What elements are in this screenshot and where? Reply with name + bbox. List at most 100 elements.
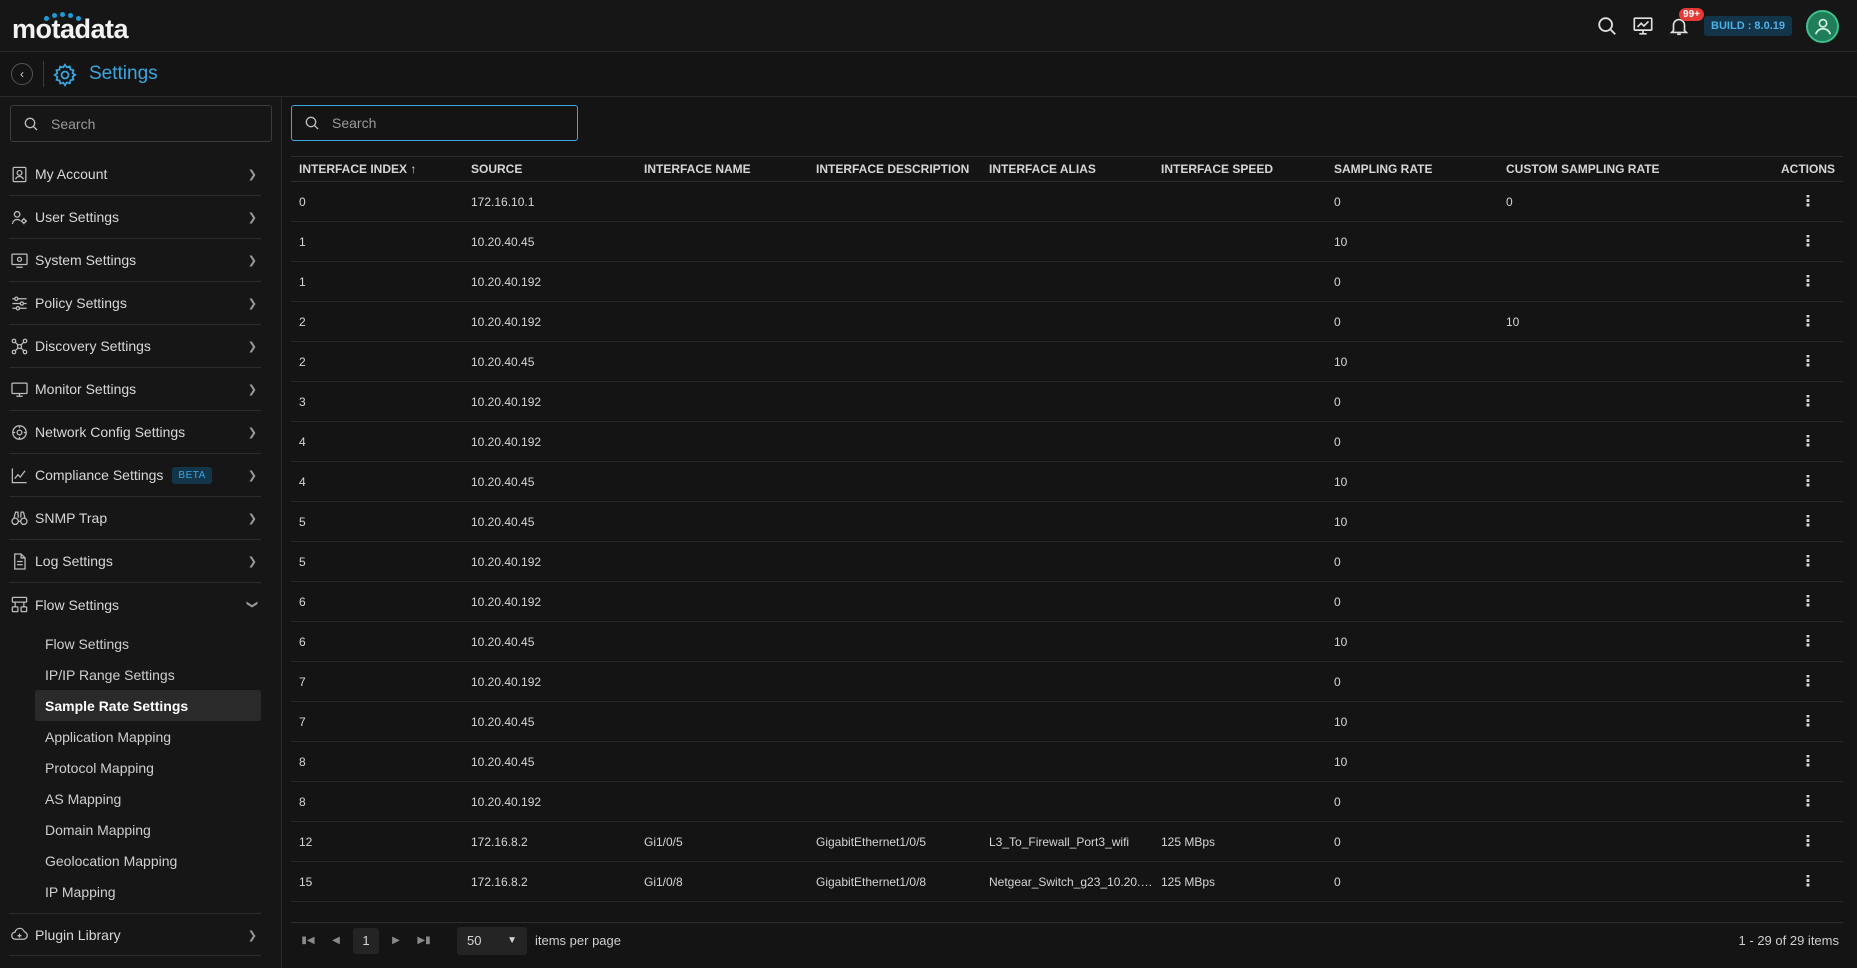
sidebar-item-discovery-settings[interactable]: Discovery Settings ❯ <box>9 325 261 368</box>
cell-sampling-rate: 0 <box>1334 394 1341 409</box>
column-header-custom-sampling-rate[interactable]: CUSTOM SAMPLING RATE <box>1498 162 1743 176</box>
sidebar-item-system-settings[interactable]: System Settings ❯ <box>9 239 261 282</box>
submenu-item-sample-rate-settings[interactable]: Sample Rate Settings <box>35 690 261 721</box>
kebab-menu-icon[interactable]: ⋮ <box>1798 195 1818 209</box>
table-row: 5 10.20.40.192 0 ⋮ <box>291 542 1843 582</box>
kebab-menu-icon[interactable]: ⋮ <box>1798 355 1818 369</box>
cell-interface-alias: L3_To_Firewall_Port3_wifi <box>989 834 1130 849</box>
sidebar-item-plugin-library[interactable]: Plugin Library ❯ <box>9 913 261 956</box>
kebab-menu-icon[interactable]: ⋮ <box>1798 555 1818 569</box>
sidebar-item-label: Policy Settings <box>35 295 127 311</box>
table-row: 1 10.20.40.192 0 ⋮ <box>291 262 1843 302</box>
column-header-interface-alias[interactable]: INTERFACE ALIAS <box>981 162 1153 176</box>
sidebar-item-log-settings[interactable]: Log Settings ❯ <box>9 540 261 583</box>
submenu-item-ip-mapping[interactable]: IP Mapping <box>9 876 261 907</box>
chevron-right-icon: ❯ <box>247 298 257 310</box>
table-row: 3 10.20.40.192 0 ⋮ <box>291 382 1843 422</box>
first-page-icon: ▮◀ <box>301 935 315 946</box>
next-page-button[interactable]: ▶ <box>385 930 407 952</box>
cell-actions: ⋮ <box>1743 835 1843 849</box>
sidebar-item-network-config-settings[interactable]: Network Config Settings ❯ <box>9 411 261 454</box>
kebab-menu-icon[interactable]: ⋮ <box>1798 875 1818 889</box>
table-search-input[interactable]: Search <box>291 105 578 141</box>
cell-source: 10.20.40.45 <box>471 234 535 249</box>
column-header-interface-description[interactable]: INTERFACE DESCRIPTION <box>808 162 981 176</box>
kebab-menu-icon[interactable]: ⋮ <box>1798 475 1818 489</box>
breadcrumb: ‹ Settings <box>0 53 1857 97</box>
sidebar-search-placeholder: Search <box>51 115 96 132</box>
sidebar-search-input[interactable]: Search <box>10 105 272 142</box>
column-header-interface-speed[interactable]: INTERFACE SPEED <box>1153 162 1326 176</box>
kebab-menu-icon[interactable]: ⋮ <box>1798 435 1818 449</box>
submenu-item-application-mapping[interactable]: Application Mapping <box>9 721 261 752</box>
kebab-menu-icon[interactable]: ⋮ <box>1798 755 1818 769</box>
kebab-menu-icon[interactable]: ⋮ <box>1798 395 1818 409</box>
sidebar-item-policy-settings[interactable]: Policy Settings ❯ <box>9 282 261 325</box>
sidebar-item-user-settings[interactable]: User Settings ❯ <box>9 196 261 239</box>
column-header-source[interactable]: SOURCE <box>463 162 636 176</box>
sidebar-item-snmp-trap[interactable]: SNMP Trap ❯ <box>9 497 261 540</box>
chevron-down-icon: ❯ <box>245 599 258 610</box>
kebab-menu-icon[interactable]: ⋮ <box>1798 795 1818 809</box>
first-page-button[interactable]: ▮◀ <box>297 930 319 952</box>
cell-sampling-rate: 10 <box>1334 474 1348 489</box>
back-button[interactable]: ‹ <box>11 63 33 85</box>
sidebar-item-flow-settings[interactable]: Flow Settings ❯ <box>9 583 261 626</box>
page-number-button[interactable]: 1 <box>353 927 379 954</box>
plugin-cloud-icon <box>9 925 29 945</box>
cell-interface-index: 6 <box>299 634 306 649</box>
kebab-menu-icon[interactable]: ⋮ <box>1798 595 1818 609</box>
cell-sampling-rate: 10 <box>1334 514 1348 529</box>
kebab-menu-icon[interactable]: ⋮ <box>1798 275 1818 289</box>
monitor-gear-icon <box>9 250 29 270</box>
cell-interface-index: 7 <box>299 674 306 689</box>
table-row: 12 172.16.8.2 Gi1/0/5 GigabitEthernet1/0/5 L… <box>291 822 1843 862</box>
submenu-item-flow-settings[interactable]: Flow Settings <box>9 628 261 659</box>
kebab-menu-icon[interactable]: ⋮ <box>1798 315 1818 329</box>
page-size-select[interactable]: 50 ▼ <box>457 926 527 955</box>
submenu-item-as-mapping[interactable]: AS Mapping <box>9 783 261 814</box>
cell-source: 10.20.40.192 <box>471 314 542 329</box>
table-row: 7 10.20.40.192 0 ⋮ <box>291 662 1843 702</box>
cell-source: 10.20.40.192 <box>471 674 542 689</box>
kebab-menu-icon[interactable]: ⋮ <box>1798 715 1818 729</box>
prev-page-button[interactable]: ◀ <box>325 930 347 952</box>
column-header-sampling-rate[interactable]: SAMPLING RATE <box>1326 162 1498 176</box>
flow-icon <box>9 595 29 615</box>
cell-sampling-rate: 0 <box>1334 874 1341 889</box>
kebab-menu-icon[interactable]: ⋮ <box>1798 835 1818 849</box>
pagination-info: 1 - 29 of 29 items <box>1738 933 1839 948</box>
kebab-menu-icon[interactable]: ⋮ <box>1798 235 1818 249</box>
monitor-chart-icon[interactable] <box>1632 15 1654 37</box>
last-page-button[interactable]: ▶▮ <box>413 930 435 952</box>
search-icon <box>24 117 38 130</box>
kebab-menu-icon[interactable]: ⋮ <box>1798 635 1818 649</box>
cell-actions: ⋮ <box>1743 355 1843 369</box>
top-bar: motadata 99+ BUILD : 8.0.19 <box>0 0 1857 52</box>
app-logo[interactable]: motadata <box>12 14 129 45</box>
sidebar-item-monitor-settings[interactable]: Monitor Settings ❯ <box>9 368 261 411</box>
column-header-interface-name[interactable]: INTERFACE NAME <box>636 162 808 176</box>
cell-interface-index: 2 <box>299 354 306 369</box>
sidebar-item-label: Compliance Settings <box>35 467 164 483</box>
search-icon[interactable] <box>1596 15 1618 37</box>
sidebar-item-compliance-settings[interactable]: Compliance Settings BETA ❯ <box>9 454 261 497</box>
table-search-placeholder: Search <box>332 115 377 131</box>
submenu-item-protocol-mapping[interactable]: Protocol Mapping <box>9 752 261 783</box>
cell-source: 10.20.40.45 <box>471 714 535 729</box>
cell-interface-index: 2 <box>299 314 306 329</box>
sidebar-item-my-account[interactable]: My Account ❯ <box>9 153 261 196</box>
avatar[interactable] <box>1806 9 1839 43</box>
kebab-menu-icon[interactable]: ⋮ <box>1798 675 1818 689</box>
cell-sampling-rate: 0 <box>1334 314 1341 329</box>
column-header-interface-index[interactable]: INTERFACE INDEX ↑ <box>291 162 463 176</box>
chevron-right-icon: ❯ <box>247 513 257 525</box>
submenu-item-geolocation-mapping[interactable]: Geolocation Mapping <box>9 845 261 876</box>
submenu-item-domain-mapping[interactable]: Domain Mapping <box>9 814 261 845</box>
cell-source: 10.20.40.45 <box>471 354 535 369</box>
bell-icon[interactable]: 99+ <box>1668 8 1704 37</box>
main-content: Search INTERFACE INDEX ↑ SOURCE INTERFAC… <box>283 97 1857 968</box>
kebab-menu-icon[interactable]: ⋮ <box>1798 515 1818 529</box>
submenu-item-ip-range-settings[interactable]: IP/IP Range Settings <box>9 659 261 690</box>
cell-sampling-rate: 0 <box>1334 194 1341 209</box>
